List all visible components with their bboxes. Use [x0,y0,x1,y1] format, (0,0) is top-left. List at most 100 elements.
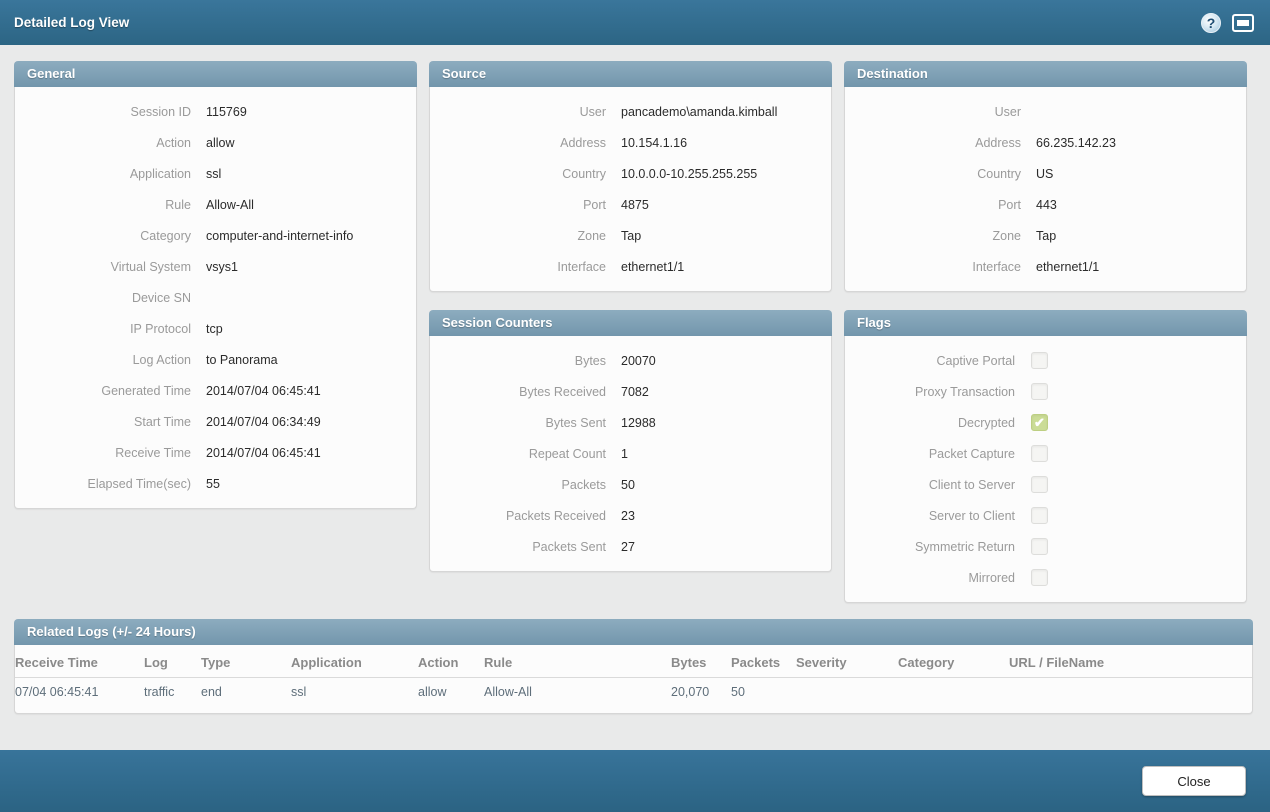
field-label: Interface [845,260,1021,274]
related-logs-panel: Related Logs (+/- 24 Hours) Receive Time… [14,619,1253,714]
field-value: pancademo\amanda.kimball [621,105,777,119]
field-label: Zone [430,229,606,243]
flag-checkbox[interactable] [1031,383,1048,400]
flag-label: Decrypted [845,416,1015,430]
field-value: tcp [206,322,223,336]
flag-row: Client to Server [845,469,1234,500]
field-value: 2014/07/04 06:34:49 [206,415,321,429]
field-label: Start Time [15,415,191,429]
field-value: 27 [621,540,635,554]
table-cell: Allow-All [484,678,671,708]
field-label: User [430,105,606,119]
flag-label: Proxy Transaction [845,385,1015,399]
general-row: Session ID115769 [15,96,404,127]
field-label: Generated Time [15,384,191,398]
field-label: Bytes [430,354,606,368]
field-value: computer-and-internet-info [206,229,353,243]
destination-row: ZoneTap [845,220,1234,251]
field-value: 12988 [621,416,656,430]
flag-checkbox[interactable] [1031,507,1048,524]
field-label: Packets [430,478,606,492]
field-label: Bytes Sent [430,416,606,430]
counter-row: Bytes 20070 [430,345,819,376]
general-row: Applicationssl [15,158,404,189]
counter-row: Packets Received 23 [430,500,819,531]
field-label: Repeat Count [430,447,606,461]
field-label: Action [15,136,191,150]
column-header: Receive Time [15,645,144,678]
flag-label: Mirrored [845,571,1015,585]
field-label: Elapsed Time(sec) [15,477,191,491]
table-cell: ssl [291,678,418,708]
flag-checkbox[interactable] [1031,445,1048,462]
field-value: Tap [1036,229,1056,243]
field-value: 443 [1036,198,1057,212]
panel-columns: General Session ID115769 Actionallow App… [14,61,1256,603]
field-value: Allow-All [206,198,254,212]
field-label: Address [845,136,1021,150]
table-row[interactable]: 07/04 06:45:41 traffic end ssl allow All… [15,678,1252,708]
field-value: 1 [621,447,628,461]
field-value: 115769 [206,105,247,119]
destination-row: User [845,96,1234,127]
general-row: Categorycomputer-and-internet-info [15,220,404,251]
flag-row: Symmetric Return [845,531,1234,562]
general-row: Action allow [15,127,404,158]
source-row: Port4875 [430,189,819,220]
field-label: Country [430,167,606,181]
general-panel-body: Session ID115769 Action allow Application… [14,87,417,509]
field-value: to Panorama [206,353,278,367]
field-value: US [1036,167,1053,181]
window-icon[interactable] [1232,14,1254,32]
table-cell: end [201,678,291,708]
field-label: Packets Sent [430,540,606,554]
field-value: 2014/07/04 06:45:41 [206,446,321,460]
field-value: Tap [621,229,641,243]
related-logs-table: Receive Time Log Type Application Action… [15,645,1252,707]
column-header: Rule [484,645,671,678]
detailed-log-view-dialog: Detailed Log View ? General Session ID11… [0,0,1270,812]
flag-checkbox[interactable] [1031,538,1048,555]
table-cell: 20,070 [671,678,731,708]
dialog-title: Detailed Log View [14,15,1201,30]
flag-checkbox[interactable] [1031,569,1048,586]
counter-row: Bytes Sent 12988 [430,407,819,438]
flag-checkbox[interactable] [1031,414,1048,431]
column-header: Type [201,645,291,678]
destination-panel-header: Destination [844,61,1247,87]
flag-label: Server to Client [845,509,1015,523]
column-header: Packets [731,645,796,678]
close-button[interactable]: Close [1142,766,1246,796]
field-value: allow [206,136,235,150]
field-value: 2014/07/04 06:45:41 [206,384,321,398]
counter-row: Packets50 [430,469,819,500]
field-value: 55 [206,477,220,491]
field-label: Virtual System [15,260,191,274]
flag-row: Mirrored [845,562,1234,593]
session-counters-panel-body: Bytes20070 Bytes Received7082 Bytes Sent… [429,336,832,572]
field-value: ethernet1/1 [621,260,684,274]
flag-checkbox[interactable] [1031,476,1048,493]
flag-checkbox[interactable] [1031,352,1048,369]
destination-row: CountryUS [845,158,1234,189]
table-cell [898,678,1009,708]
field-label: Packets Received [430,509,606,523]
column-header: Log [144,645,201,678]
source-row: Interfaceethernet1/1 [430,251,819,282]
titlebar-icons: ? [1201,13,1254,33]
dialog-content: General Session ID115769 Actionallow App… [0,45,1270,750]
field-value: 10.0.0.0-10.255.255.255 [621,167,757,181]
help-icon[interactable]: ? [1201,13,1221,33]
flag-label: Symmetric Return [845,540,1015,554]
general-row: RuleAllow-All [15,189,404,220]
field-value: 66.235.142.23 [1036,136,1116,150]
column-header: Application [291,645,418,678]
field-value: 20070 [621,354,656,368]
field-value: 23 [621,509,635,523]
field-label: Bytes Received [430,385,606,399]
field-label: User [845,105,1021,119]
source-panel-header: Source [429,61,832,87]
source-row: Zone Tap [430,220,819,251]
flag-label: Packet Capture [845,447,1015,461]
field-label: Address [430,136,606,150]
